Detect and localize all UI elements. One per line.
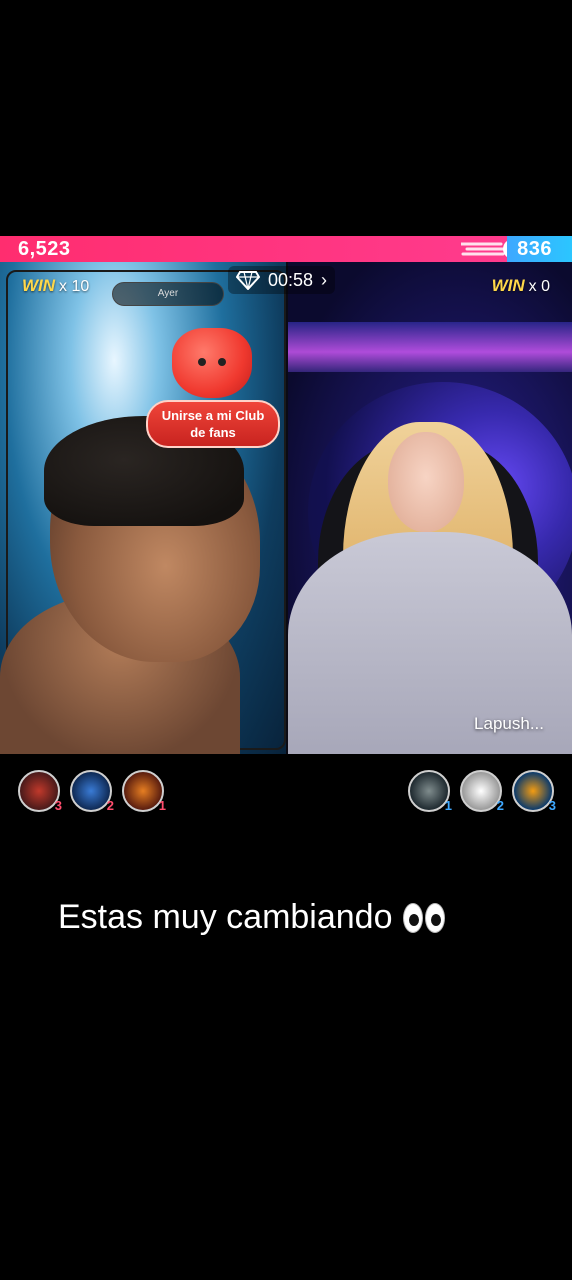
eye-icon	[402, 902, 423, 933]
win-count: x 0	[528, 278, 550, 295]
fan-club-button[interactable]: Unirse a mi Club de fans	[146, 328, 280, 450]
left-host-video[interactable]: Ayer WIN x 10 Unirse a mi Club de fans	[0, 262, 286, 754]
supporter-avatar[interactable]: 2	[70, 770, 114, 813]
host-face	[388, 432, 464, 532]
notch-text: Ayer	[157, 288, 179, 299]
supporter-rank: 1	[158, 798, 166, 813]
left-score-fill: 6,523	[0, 236, 523, 262]
supporter-avatar[interactable]: 3	[18, 770, 62, 813]
fan-club-line-2: de fans	[190, 425, 236, 440]
right-score: 836	[517, 238, 552, 260]
host-name-tag[interactable]: Lapush...	[474, 714, 544, 734]
battle-score-bar: 6,523 836	[0, 236, 572, 262]
caption-text: Estas muy cambiando	[58, 898, 393, 936]
supporter-avatar[interactable]: 3	[512, 770, 556, 813]
left-score: 6,523	[18, 238, 71, 260]
battle-stage: Ayer WIN x 10 Unirse a mi Club de fans W…	[0, 262, 572, 754]
left-win-streak: WIN x 10	[22, 276, 89, 296]
left-top-supporters: 3 2 1	[18, 770, 166, 813]
right-host-video[interactable]: WIN x 0 Lapush...	[288, 262, 572, 754]
supporter-rank: 1	[444, 798, 452, 813]
win-label: WIN	[22, 276, 56, 295]
right-top-supporters: 1 2 3	[408, 770, 556, 813]
supporter-rank: 2	[496, 798, 504, 813]
battle-timer[interactable]: 00:58 ›	[228, 266, 336, 294]
right-win-streak: WIN x 0	[492, 276, 550, 296]
eyes-emoji-icon	[402, 902, 445, 933]
video-caption: Estas muy cambiando	[58, 898, 445, 937]
diamond-icon	[236, 271, 260, 290]
timer-value: 00:58	[268, 269, 314, 290]
chevron-right-icon: ›	[321, 269, 328, 290]
supporter-avatar[interactable]: 2	[460, 770, 504, 813]
right-score-fill: 836	[506, 236, 572, 262]
supporter-rank: 3	[54, 798, 62, 813]
supporter-avatar[interactable]: 1	[122, 770, 166, 813]
neon-window	[288, 322, 572, 372]
supporter-rank: 3	[548, 798, 556, 813]
mascot-face-icon	[198, 358, 226, 366]
supporter-avatar[interactable]: 1	[408, 770, 452, 813]
fan-club-label: Unirse a mi Club de fans	[146, 400, 280, 448]
win-label: WIN	[491, 276, 525, 295]
supporter-rank: 2	[106, 798, 114, 813]
win-count: x 10	[59, 278, 90, 295]
fan-club-line-1: Unirse a mi Club	[161, 408, 265, 423]
eye-icon	[424, 902, 445, 933]
phone-notch: Ayer	[112, 282, 224, 306]
